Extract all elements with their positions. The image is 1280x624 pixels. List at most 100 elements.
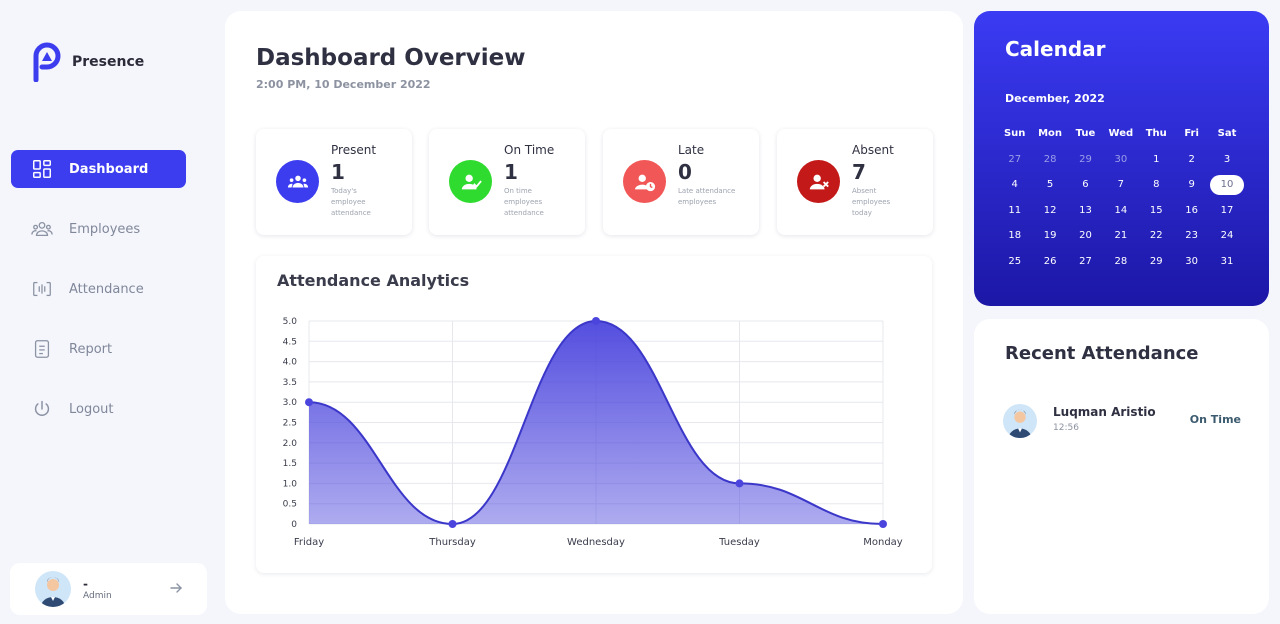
y-tick-label: 5.0 [283,317,298,327]
weekday-label: Mon [1038,128,1063,140]
sidebar-item-logout[interactable]: Logout [11,390,186,428]
user-avatar-icon [41,577,65,607]
weekday-label: Sun [1003,128,1026,140]
avatar [35,571,71,607]
calendar-day[interactable]: 7 [1103,179,1138,190]
calendar-day[interactable]: 2 [1174,154,1209,165]
calendar-day[interactable]: 25 [997,256,1032,267]
calendar-day[interactable]: 18 [997,230,1032,241]
calendar-day[interactable]: 22 [1139,230,1174,241]
avatar [1003,404,1037,438]
user-card: - Admin [10,563,207,615]
calendar-day[interactable]: 28 [1103,256,1138,267]
sidebar-item-label: Logout [69,401,114,417]
recent-name: Luqman Aristio [1053,405,1156,419]
data-point [592,317,600,325]
calendar-day[interactable]: 8 [1139,179,1174,190]
sidebar: Presence Dashboard Employees Attendance [0,0,215,624]
group-icon [287,175,308,187]
calendar-day[interactable]: 28 [1032,154,1067,165]
calendar-day[interactable]: 30 [1103,154,1138,165]
calendar-day[interactable]: 12 [1032,205,1067,216]
calendar-day[interactable]: 3 [1209,154,1244,165]
weekday-label: Tue [1075,128,1096,140]
sidebar-item-dashboard[interactable]: Dashboard [11,150,186,188]
stat-value: 7 [852,160,866,184]
sidebar-item-attendance[interactable]: Attendance [11,270,186,308]
y-tick-label: 1.0 [283,479,298,489]
calendar-day[interactable]: 26 [1032,256,1067,267]
stat-desc: On time employees attendance [504,187,544,217]
calendar-day[interactable]: 5 [1032,179,1067,190]
user-name: - [83,577,88,591]
sidebar-item-employees[interactable]: Employees [11,210,186,248]
sidebar-item-report[interactable]: Report [11,330,186,368]
calendar-day[interactable]: 27 [997,154,1032,165]
calendar-day[interactable]: 20 [1068,230,1103,241]
calendar-title: Calendar [1005,37,1106,61]
calendar-day[interactable]: 24 [1209,230,1244,241]
calendar-day[interactable]: 4 [997,179,1032,190]
calendar-day[interactable]: 27 [1068,256,1103,267]
stat-card-on-time: On Time 1 On time employees attendance [429,129,585,235]
stat-value: 1 [504,160,518,184]
y-tick-label: 0 [291,520,297,530]
stat-label: On Time [504,143,555,157]
calendar-day[interactable]: 29 [1068,154,1103,165]
calendar-day[interactable]: 6 [1068,179,1103,190]
list-item[interactable]: Luqman Aristio 12:56 On Time [1003,403,1241,439]
y-tick-label: 4.0 [283,358,298,368]
attendance-icon [33,281,51,297]
user-avatar-icon [1008,409,1032,438]
brand-name: Presence [72,54,145,70]
calendar-day[interactable]: 29 [1139,256,1174,267]
y-tick-label: 4.5 [283,337,297,347]
attendance-analytics-card: Attendance Analytics 0 0.5 1.0 1.5 2.0 2.5 3.0… [256,256,932,573]
data-point [735,479,744,488]
employees-icon [31,221,53,237]
stat-card-absent: Absent 7 Absent employees today [777,129,933,235]
stat-card-present: Present 1 Today's employee attendance [256,129,412,235]
calendar-day[interactable]: 23 [1174,230,1209,241]
calendar-day[interactable]: 30 [1174,256,1209,267]
calendar-day[interactable]: 14 [1103,205,1138,216]
data-point [448,520,457,528]
calendar-day[interactable]: 9 [1174,179,1209,190]
calendar-day[interactable]: 1 [1139,154,1174,165]
weekday-label: Fri [1184,128,1199,140]
weekday-label: Thu [1145,128,1167,140]
calendar-day[interactable]: 17 [1209,205,1244,216]
user-check-icon [461,174,482,189]
calendar-day-today[interactable]: 10 [1210,174,1245,195]
weekday-label: Wed [1108,128,1134,140]
sidebar-nav: Dashboard Employees Attendance Report Lo… [11,150,186,450]
calendar-day[interactable]: 16 [1174,205,1209,216]
y-tick-label: 2.5 [283,419,297,429]
x-tick-label: Tuesday [718,537,760,548]
recent-attendance-card: Recent Attendance Luqman Aristio 12:56 O… [974,319,1269,614]
brand[interactable]: Presence [32,42,144,82]
calendar-day[interactable]: 19 [1032,230,1067,241]
stat-label: Present [331,143,377,157]
y-tick-label: 1.5 [283,459,297,469]
stat-icon-late [623,160,666,203]
calendar-month: December, 2022 [1005,92,1105,105]
x-tick-label: Wednesday [567,537,625,548]
dashboard-icon [33,160,51,178]
weekday-label: Sat [1217,128,1237,140]
calendar-day[interactable]: 13 [1068,205,1103,216]
stat-desc: Today's employee attendance [331,187,371,217]
x-tick-label: Monday [863,537,903,548]
calendar-day[interactable]: 21 [1103,230,1138,241]
calendar-day[interactable]: 11 [997,205,1032,216]
arrow-right-icon[interactable] [169,581,183,595]
calendar-day[interactable]: 15 [1139,205,1174,216]
main-panel: Dashboard Overview 2:00 PM, 10 December … [225,11,963,614]
report-icon [34,340,50,358]
stat-value: 0 [678,160,692,184]
stat-label: Late [678,143,705,157]
sidebar-item-label: Dashboard [69,161,149,177]
calendar-day[interactable]: 31 [1209,256,1244,267]
y-tick-label: 2.0 [283,439,298,449]
user-clock-icon [634,174,655,191]
